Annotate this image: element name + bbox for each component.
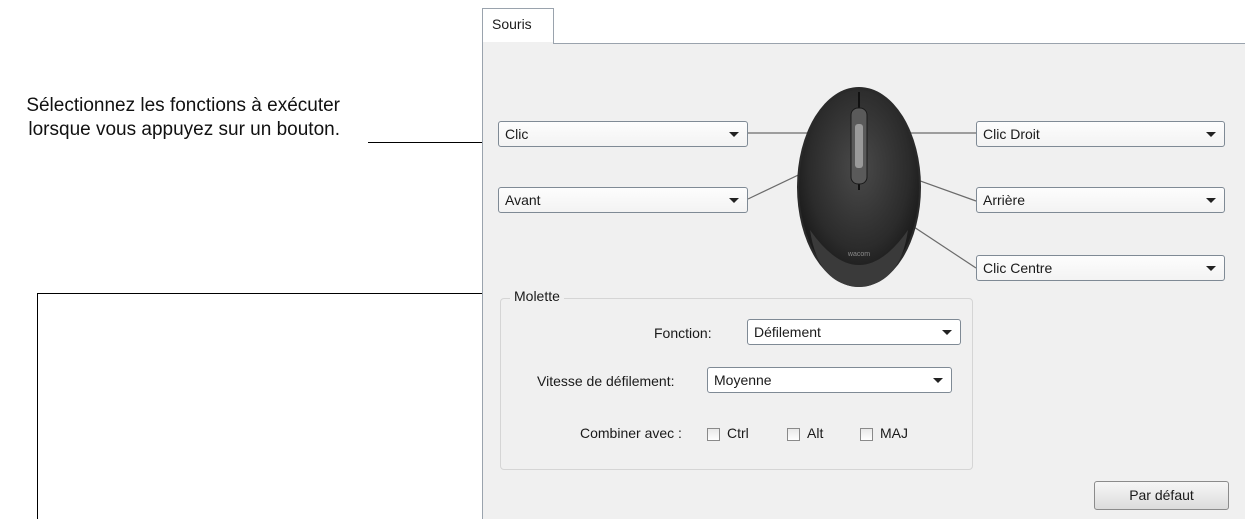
alt-label: Alt — [807, 425, 824, 441]
right-button-dropdown[interactable]: Clic Droit — [976, 121, 1225, 147]
back-button-dropdown[interactable]: Arrière — [976, 187, 1225, 213]
chevron-down-icon — [729, 198, 739, 203]
left-button-dropdown[interactable]: Clic — [498, 121, 748, 147]
fonction-dropdown[interactable]: Défilement — [747, 319, 961, 345]
left-button-value: Clic — [505, 126, 529, 142]
back-button-value: Arrière — [983, 192, 1026, 208]
molette-group-title: Molette — [510, 288, 564, 304]
combiner-label: Combiner avec : — [580, 425, 682, 441]
vitesse-label: Vitesse de défilement: — [537, 373, 675, 389]
default-button[interactable]: Par défaut — [1094, 481, 1229, 510]
tab-souris[interactable]: Souris — [482, 8, 554, 44]
vitesse-value: Moyenne — [714, 372, 772, 388]
tab-joint — [483, 42, 553, 45]
maj-label: MAJ — [880, 425, 908, 441]
tab-souris-label: Souris — [492, 16, 532, 32]
fonction-value: Défilement — [754, 324, 821, 340]
maj-checkbox[interactable] — [860, 428, 873, 441]
chevron-down-icon — [942, 330, 952, 335]
mouse-brand-logo: wacom — [847, 251, 870, 258]
fonction-label: Fonction: — [654, 325, 712, 341]
chevron-down-icon — [933, 378, 943, 383]
forward-button-value: Avant — [505, 192, 541, 208]
right-button-value: Clic Droit — [983, 126, 1040, 142]
forward-button-dropdown[interactable]: Avant — [498, 187, 748, 213]
middle-button-value: Clic Centre — [983, 260, 1053, 276]
alt-checkbox[interactable] — [787, 428, 800, 441]
ctrl-label: Ctrl — [727, 425, 749, 441]
chevron-down-icon — [1206, 132, 1216, 137]
middle-button-dropdown[interactable]: Clic Centre — [976, 255, 1225, 281]
ctrl-checkbox[interactable] — [707, 428, 720, 441]
chevron-down-icon — [729, 132, 739, 137]
chevron-down-icon — [1206, 266, 1216, 271]
chevron-down-icon — [1206, 198, 1216, 203]
vitesse-dropdown[interactable]: Moyenne — [707, 367, 952, 393]
